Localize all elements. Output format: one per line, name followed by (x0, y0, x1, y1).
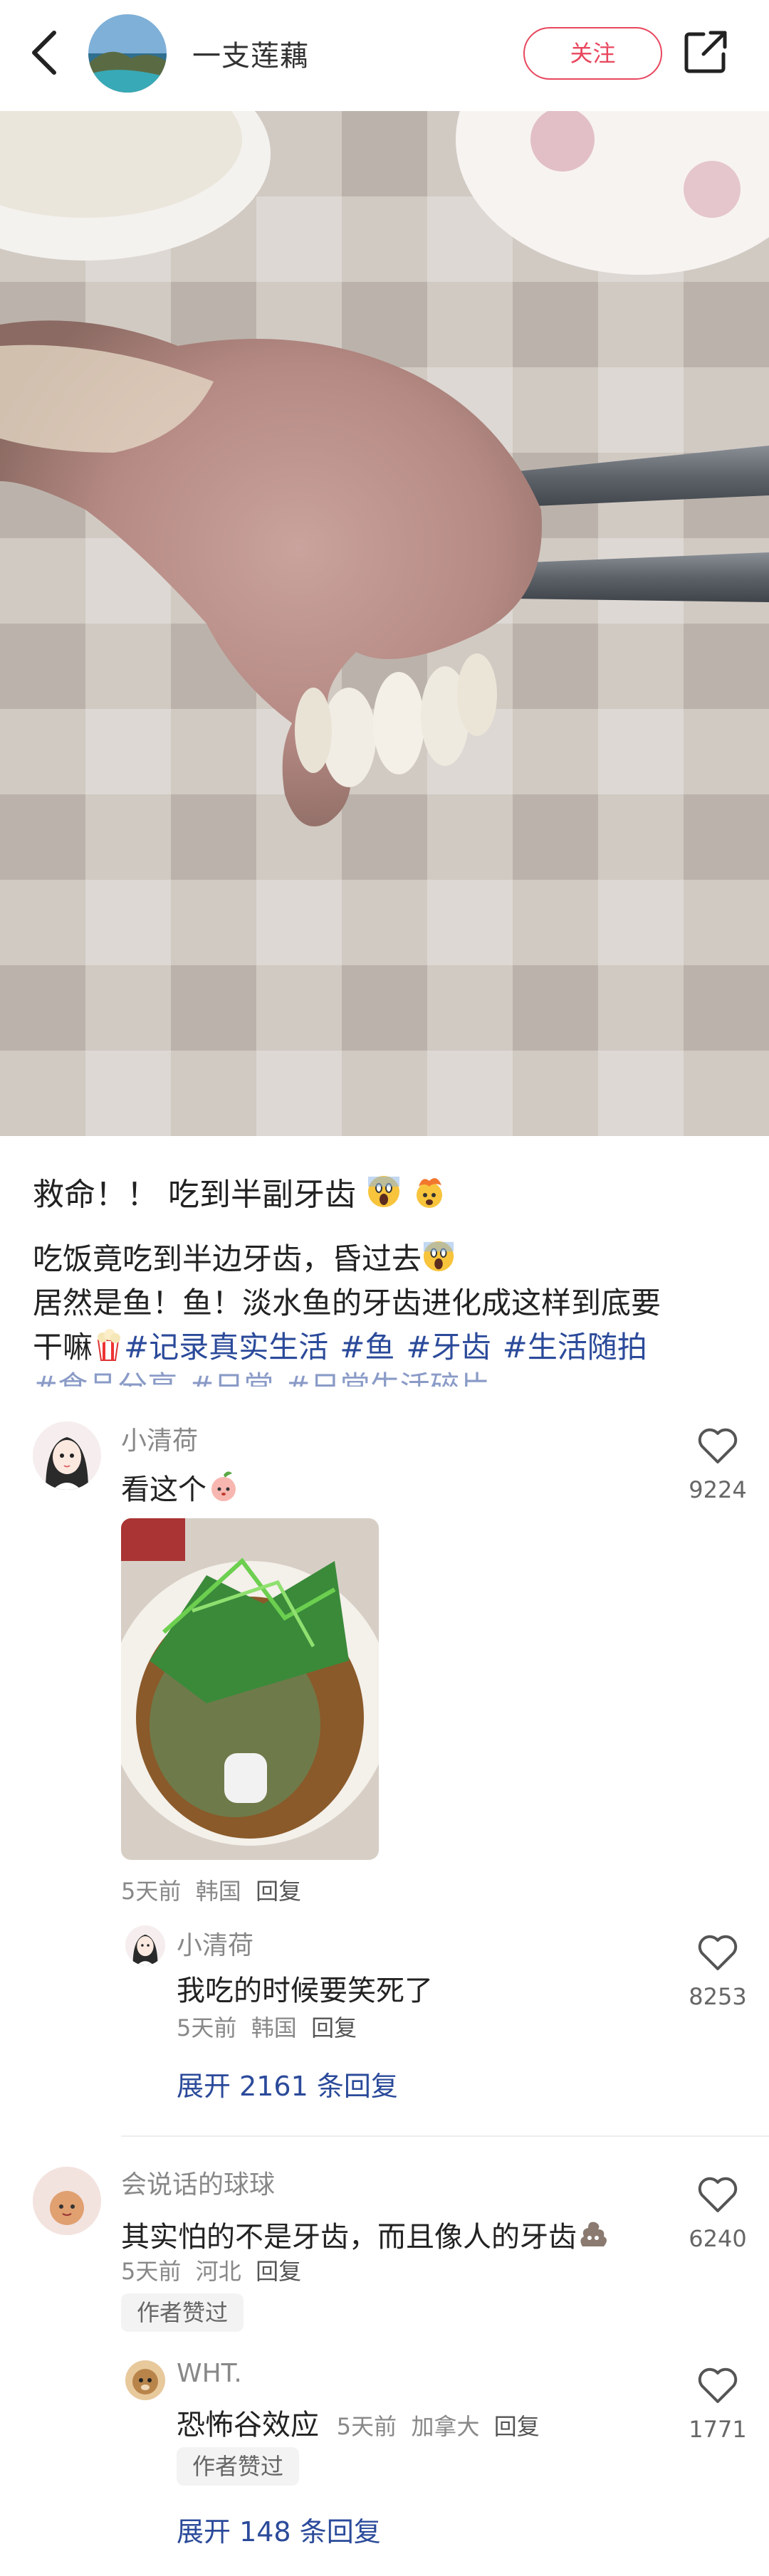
author-liked-badge: 作者赞过 (121, 2293, 244, 2332)
share-icon[interactable] (682, 28, 729, 75)
comment-text-content: 恐怖谷效应 (177, 2409, 319, 2441)
commenter-avatar[interactable] (125, 2360, 165, 2400)
post-tags-overflow: #食品分享 #日常 #日常生活碎片 (33, 1365, 745, 1387)
reply-button[interactable]: 回复 (256, 2258, 301, 2285)
author-name[interactable]: 一支莲藕 (192, 33, 309, 74)
hashtag-link[interactable]: #记录真实生活 (124, 1330, 328, 1365)
post-title: 救命！！ 吃到半副牙齿 (33, 1169, 447, 1214)
comment-divider (121, 2135, 769, 2137)
comment-text: 看这个 (121, 1466, 241, 1508)
reply-button[interactable]: 回复 (494, 2413, 540, 2440)
comment-location: 韩国 (195, 1878, 241, 1905)
hashtag-link[interactable]: #鱼 (340, 1330, 394, 1365)
back-icon[interactable] (27, 27, 63, 78)
comment-time: 5天前 (177, 2014, 237, 2041)
hashtag-link[interactable]: #牙齿 (406, 1330, 491, 1365)
heart-icon[interactable] (696, 2366, 739, 2404)
commenter-name[interactable]: 小清荷 (121, 1420, 198, 1457)
hashtag-link[interactable]: #食品分享 (33, 1370, 177, 1387)
comment-time: 5天前 (121, 1878, 182, 1905)
hashtag-link[interactable]: #日常生活碎片 (285, 1370, 489, 1387)
post-body-line-3: 干嘛 #记录真实生活 #鱼 #牙齿 #生活随拍 (33, 1325, 745, 1370)
comment-text: 其实怕的不是牙齿，而且像人的牙齿 (121, 2214, 610, 2255)
comment-text-content: 看这个 (121, 1473, 206, 1506)
post-body-line-1: 吃饭竟吃到半边牙齿，昏过去 (33, 1237, 745, 1281)
top-bar: 一支莲藕 关注 (0, 0, 769, 111)
comment-time: 5天前 (336, 2413, 397, 2440)
commenter-avatar[interactable] (33, 1421, 101, 1490)
commenter-avatar[interactable] (33, 2167, 101, 2235)
comment-meta: 5天前 加拿大 回复 (337, 2413, 540, 2440)
commenter-name[interactable]: 会说话的球球 (121, 2164, 275, 2201)
screaming-face-icon (423, 1241, 454, 1272)
comment-location: 韩国 (251, 2014, 297, 2041)
post-body: 吃饭竟吃到半边牙齿，昏过去 居然是鱼！鱼！淡水鱼的牙齿进化成这样到底要 干嘛 #记… (33, 1237, 745, 1370)
comment-location: 加拿大 (411, 2413, 480, 2440)
comment-text: 恐怖谷效应 5天前 加拿大 回复 (177, 2402, 540, 2443)
follow-button[interactable]: 关注 (523, 27, 662, 80)
post-body-line-2: 居然是鱼！鱼！淡水鱼的牙齿进化成这样到底要 (33, 1286, 661, 1320)
comment-meta: 5天前 河北 回复 (121, 2254, 301, 2286)
heart-icon[interactable] (696, 2175, 739, 2214)
post-body-text-1: 吃饭竟吃到半边牙齿，昏过去 (33, 1241, 422, 1276)
like-count: 8253 (689, 1983, 747, 2010)
heart-icon[interactable] (696, 1933, 739, 1972)
comment-time: 5天前 (121, 2258, 182, 2285)
poop-icon (580, 2222, 607, 2246)
heart-icon[interactable] (696, 1426, 739, 1465)
exploding-head-icon (417, 1178, 442, 1208)
like-count: 6240 (689, 2225, 747, 2252)
commenter-avatar[interactable] (125, 1925, 165, 1965)
comment-image[interactable] (121, 1518, 379, 1860)
hashtag-link[interactable]: #生活随拍 (503, 1330, 647, 1365)
reply-button[interactable]: 回复 (311, 2014, 357, 2041)
post-photo[interactable] (0, 111, 769, 1136)
hashtag-link[interactable]: #日常 (189, 1370, 273, 1387)
like-count: 9224 (689, 1476, 747, 1503)
post-body-text-3: 干嘛 (33, 1330, 93, 1365)
comment-text: 我吃的时候要笑死了 (177, 1975, 433, 2007)
popcorn-icon (97, 1329, 121, 1361)
reply-button[interactable]: 回复 (256, 1878, 301, 1905)
comment-location: 河北 (195, 2258, 241, 2285)
screaming-face-icon (368, 1176, 399, 1207)
comment-text-content: 其实怕的不是牙齿，而且像人的牙齿 (121, 2221, 577, 2254)
comment-meta: 5天前 韩国 回复 (121, 1873, 301, 1906)
author-liked-badge: 作者赞过 (177, 2447, 300, 2486)
comment-meta: 5天前 韩国 回复 (177, 2010, 357, 2043)
peach-face-icon (211, 1471, 236, 1501)
expand-replies-button[interactable]: 展开 2161 条回复 (177, 2064, 398, 2103)
commenter-name[interactable]: 小清荷 (177, 1925, 253, 1962)
like-count: 1771 (689, 2416, 747, 2443)
author-avatar[interactable] (88, 14, 167, 93)
post-title-text: 救命！！ 吃到半副牙齿 (33, 1177, 356, 1213)
commenter-name[interactable]: WHT. (177, 2359, 242, 2388)
expand-replies-button[interactable]: 展开 148 条回复 (177, 2510, 381, 2549)
